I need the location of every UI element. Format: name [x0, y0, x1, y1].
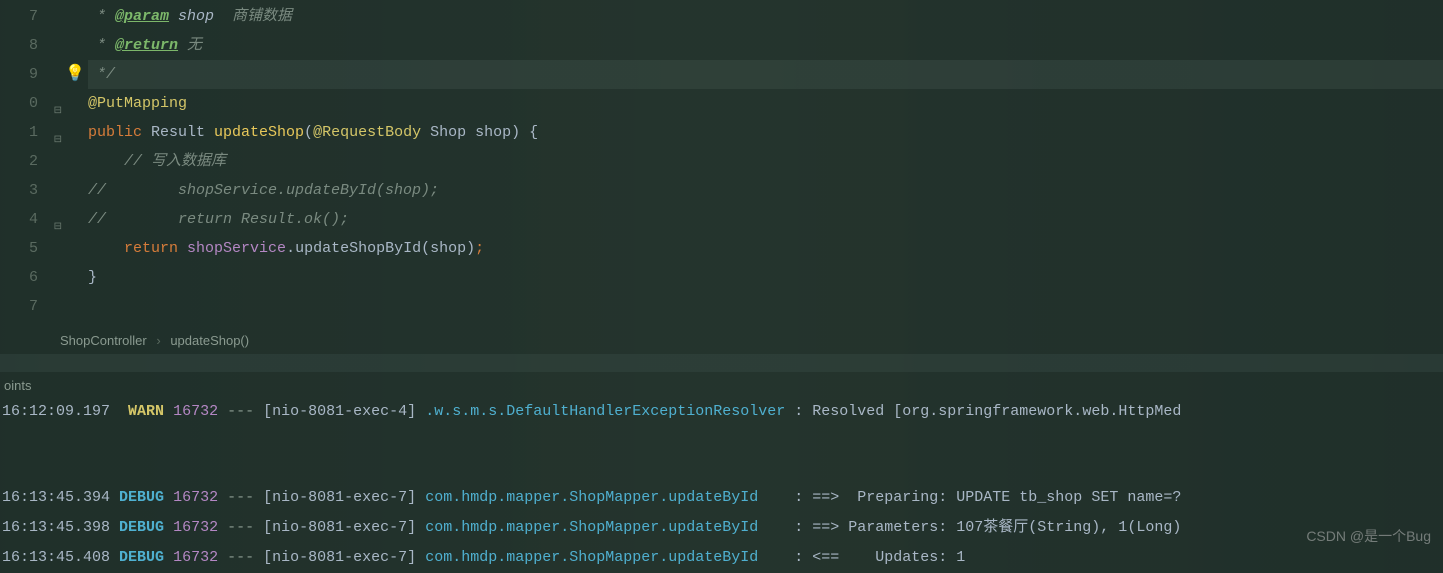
- chevron-right-icon: ›: [156, 333, 160, 348]
- log-row: 16:12:09.197 WARN 16732 --- [nio-8081-ex…: [2, 397, 1443, 427]
- line-number: 9💡: [0, 60, 48, 89]
- line-number: 5: [0, 234, 48, 263]
- code-content[interactable]: * @param shop 商铺数据 * @return 无 */ @PutMa…: [48, 2, 1443, 321]
- line-number: 6: [0, 263, 48, 292]
- console-output[interactable]: 16:12:09.197 WARN 16732 --- [nio-8081-ex…: [0, 397, 1443, 573]
- line-number: 4⊟: [0, 205, 48, 234]
- line-gutter: 7 8 9💡 0⊟ 1⊟ 2 3 4⊟ 5 6 7: [0, 2, 48, 321]
- code-editor[interactable]: 7 8 9💡 0⊟ 1⊟ 2 3 4⊟ 5 6 7 * @param shop …: [0, 0, 1443, 321]
- fold-icon[interactable]: ⊟: [52, 126, 62, 136]
- line-number: 7: [0, 292, 48, 321]
- fold-icon[interactable]: ⊟: [52, 97, 62, 107]
- line-number: 2: [0, 147, 48, 176]
- line-number: 1⊟: [0, 118, 48, 147]
- line-number: 8: [0, 31, 48, 60]
- watermark-text: CSDN @是一个Bug: [1306, 526, 1431, 546]
- line-number: 0⊟: [0, 89, 48, 118]
- fold-icon[interactable]: ⊟: [52, 213, 62, 223]
- panel-divider: [0, 354, 1443, 372]
- panel-tab-label[interactable]: oints: [0, 372, 1443, 397]
- breadcrumb[interactable]: ShopController › updateShop(): [0, 327, 1443, 354]
- log-row: 16:13:45.408 DEBUG 16732 --- [nio-8081-e…: [2, 543, 1443, 573]
- log-row: 16:13:45.398 DEBUG 16732 --- [nio-8081-e…: [2, 513, 1443, 543]
- lightbulb-icon[interactable]: 💡: [65, 60, 85, 89]
- breadcrumb-item[interactable]: updateShop(): [170, 333, 249, 348]
- line-number: 7: [0, 2, 48, 31]
- breadcrumb-item[interactable]: ShopController: [60, 333, 147, 348]
- line-number: 3: [0, 176, 48, 205]
- log-row: 16:13:45.394 DEBUG 16732 --- [nio-8081-e…: [2, 483, 1443, 513]
